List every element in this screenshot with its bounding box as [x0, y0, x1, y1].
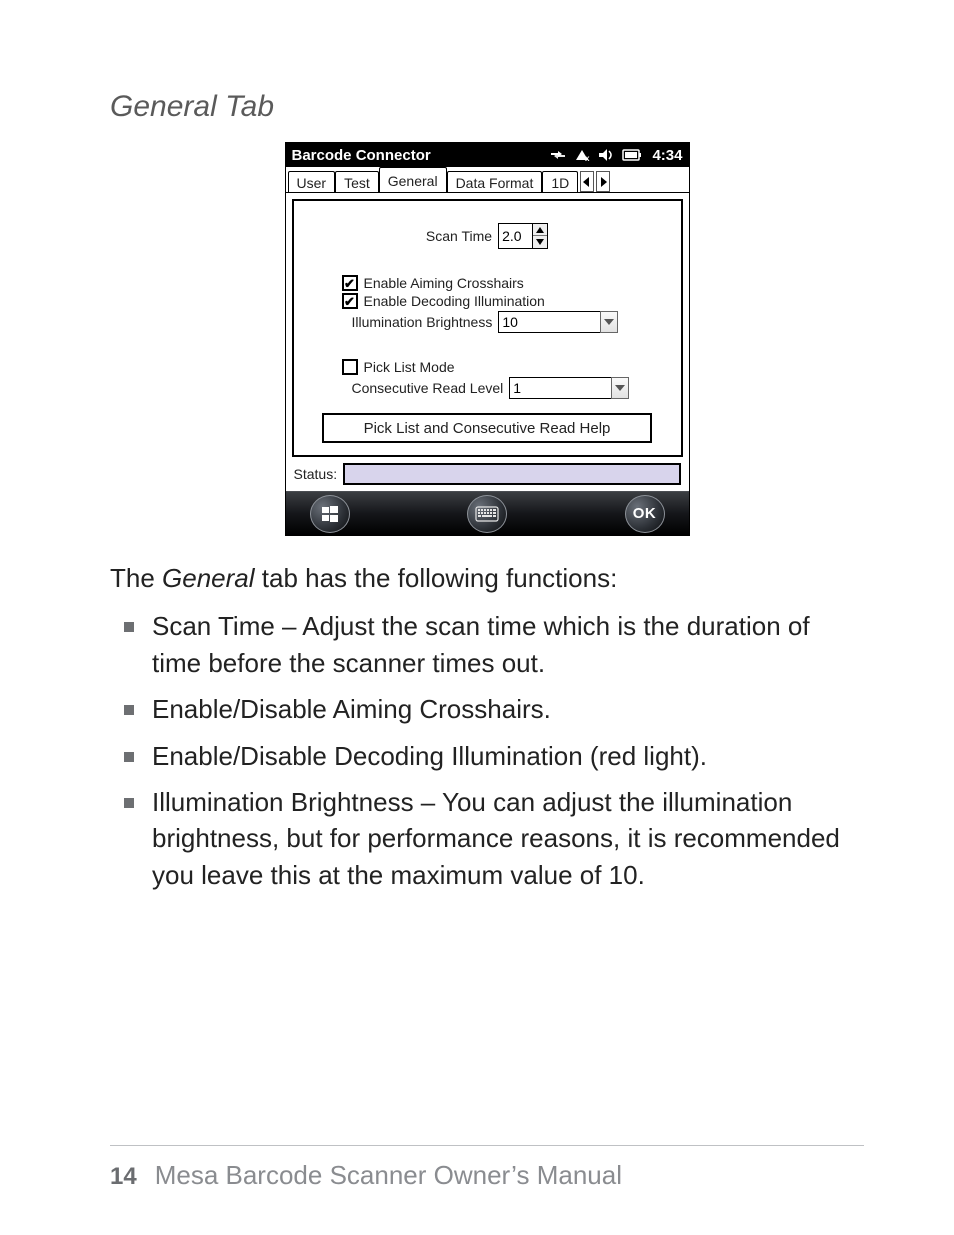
- illumination-brightness-input[interactable]: [498, 311, 600, 333]
- scan-time-input[interactable]: [498, 223, 532, 249]
- tab-scroll-right[interactable]: [596, 171, 610, 192]
- intro-paragraph: The General tab has the following functi…: [110, 560, 864, 596]
- start-button[interactable]: [310, 495, 350, 533]
- consecutive-read-level-label: Consecutive Read Level: [352, 380, 504, 396]
- battery-icon: [622, 149, 642, 161]
- tab-user[interactable]: User: [288, 171, 336, 192]
- bullet-item: Scan Time – Adjust the scan time which i…: [152, 608, 864, 681]
- svg-text:x: x: [585, 154, 590, 162]
- status-field: [343, 463, 680, 485]
- consecutive-read-level-input[interactable]: [509, 377, 611, 399]
- tab-test[interactable]: Test: [335, 171, 379, 192]
- scan-time-label: Scan Time: [426, 228, 492, 244]
- manual-title: Mesa Barcode Scanner Owner’s Manual: [155, 1160, 622, 1191]
- decoding-illumination-checkbox[interactable]: [342, 293, 358, 309]
- volume-icon: [598, 148, 614, 162]
- illumination-brightness-select[interactable]: [498, 311, 618, 333]
- consecutive-read-level-select[interactable]: [509, 377, 629, 399]
- consecutive-read-level-drop-icon[interactable]: [611, 377, 629, 399]
- scan-time-spinner[interactable]: [498, 223, 548, 249]
- app-title: Barcode Connector: [292, 147, 451, 164]
- signal-off-icon: x: [574, 148, 590, 162]
- aiming-crosshairs-label: Enable Aiming Crosshairs: [364, 275, 524, 291]
- page-number: 14: [110, 1163, 137, 1191]
- illumination-brightness-drop-icon[interactable]: [600, 311, 618, 333]
- tab-strip: User Test General Data Format 1D: [286, 167, 689, 193]
- section-heading: General Tab: [110, 90, 864, 124]
- illumination-brightness-label: Illumination Brightness: [352, 314, 493, 330]
- aiming-crosshairs-checkbox[interactable]: [342, 275, 358, 291]
- pick-list-mode-label: Pick List Mode: [364, 359, 455, 375]
- bullet-item: Enable/Disable Aiming Crosshairs.: [152, 691, 864, 727]
- help-button[interactable]: Pick List and Consecutive Read Help: [322, 413, 652, 443]
- ok-button[interactable]: OK: [625, 495, 665, 533]
- decoding-illumination-label: Enable Decoding Illumination: [364, 293, 545, 309]
- tab-data-format[interactable]: Data Format: [447, 171, 543, 192]
- clock: 4:34: [648, 147, 682, 164]
- page-footer: 14 Mesa Barcode Scanner Owner’s Manual: [110, 1145, 864, 1191]
- tab-general[interactable]: General: [379, 167, 447, 192]
- softkey-bar: OK: [286, 491, 689, 535]
- keyboard-button[interactable]: [467, 495, 507, 533]
- bullet-item: Enable/Disable Decoding Illumination (re…: [152, 738, 864, 774]
- device-screenshot: Barcode Connector x 4:34 User Test: [285, 142, 690, 536]
- tab-scroll-left[interactable]: [580, 171, 594, 192]
- general-panel: Scan Time Enable Aiming Crosshairs Enabl…: [292, 199, 683, 457]
- pick-list-mode-checkbox[interactable]: [342, 359, 358, 375]
- bullet-item: Illumination Brightness – You can adjust…: [152, 784, 864, 893]
- scan-time-up[interactable]: [533, 224, 547, 236]
- app-titlebar: Barcode Connector x 4:34: [286, 143, 689, 167]
- status-label: Status:: [294, 466, 338, 482]
- scan-time-down[interactable]: [533, 236, 547, 248]
- network-sync-icon: [550, 148, 566, 162]
- tab-1d[interactable]: 1D: [542, 171, 578, 192]
